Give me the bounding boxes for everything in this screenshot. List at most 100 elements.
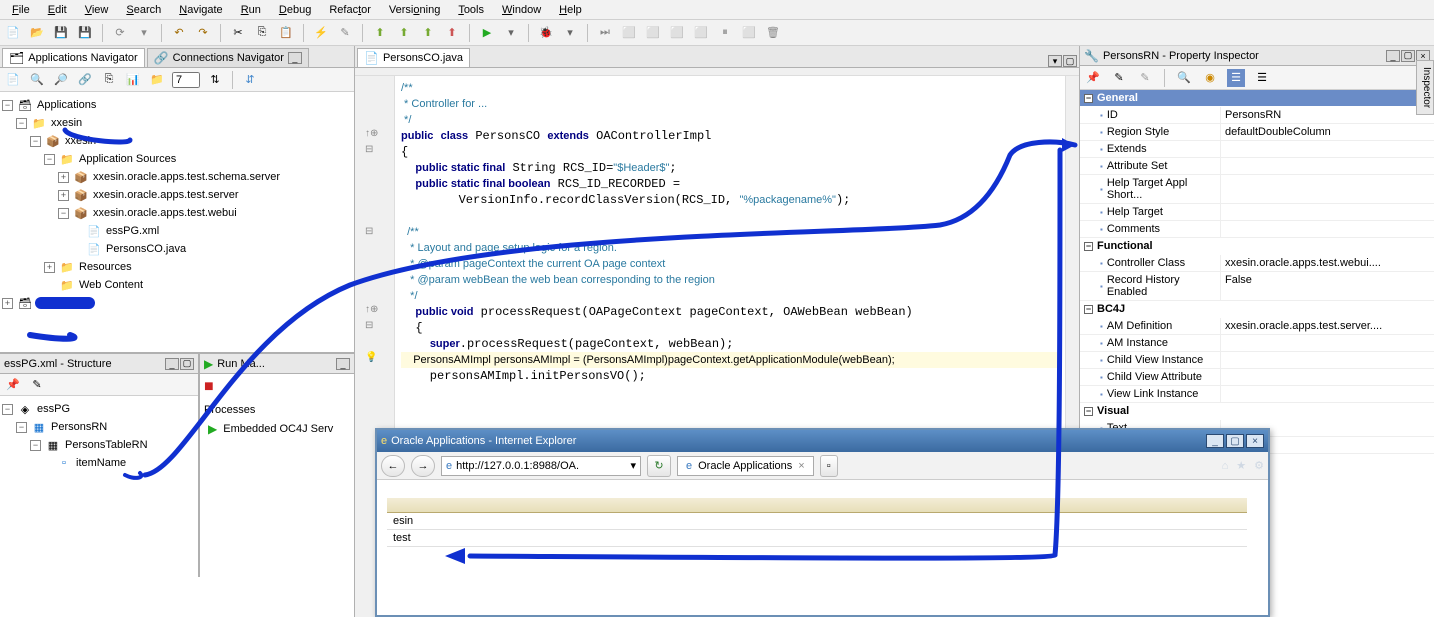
step-over-icon[interactable]: ⏭ (596, 24, 614, 42)
paste-icon[interactable]: 📋 (277, 24, 295, 42)
tab-applications-navigator[interactable]: 🗂 Applications Navigator (2, 48, 145, 67)
nav-filter-icon[interactable]: 🔎 (52, 71, 70, 89)
tree-collapse-icon[interactable]: − (2, 100, 13, 111)
panel-min-icon[interactable]: _ (336, 358, 350, 370)
open-icon[interactable]: 📂 (28, 24, 46, 42)
ie-tab-close-icon[interactable]: × (798, 460, 804, 472)
step-out-icon[interactable]: ⬜ (644, 24, 662, 42)
step-icon[interactable]: ⬜ (668, 24, 686, 42)
tree-collapse-icon[interactable]: − (2, 404, 13, 415)
panel-max-icon[interactable]: ▢ (1401, 50, 1415, 62)
undo-icon[interactable]: ↶ (170, 24, 188, 42)
ie-tab[interactable]: e Oracle Applications × (677, 456, 814, 476)
run-item[interactable]: Embedded OC4J Serv (221, 423, 335, 435)
side-tab-inspector[interactable]: Inspector (1416, 60, 1434, 115)
tree-file1[interactable]: essPG.xml (104, 225, 161, 237)
menu-tools[interactable]: Tools (450, 2, 492, 18)
ie-gear-icon[interactable]: ⚙ (1254, 459, 1264, 472)
ie-fav-icon[interactable]: ★ (1236, 459, 1246, 472)
run-dd-icon[interactable]: ▾ (502, 24, 520, 42)
nav-spin-icon[interactable]: ⇅ (206, 71, 224, 89)
menu-search[interactable]: Search (118, 2, 169, 18)
refresh-icon[interactable]: ⟳ (111, 24, 129, 42)
tree-root[interactable]: Applications (35, 99, 98, 111)
ie-titlebar[interactable]: eOracle Applications - Internet Explorer… (377, 430, 1268, 452)
prop-row[interactable]: ▪IDPersonsRN (1080, 107, 1434, 124)
tree-collapse-icon[interactable]: − (44, 154, 55, 165)
cut-icon[interactable]: ✂ (229, 24, 247, 42)
struct-n3[interactable]: itemName (74, 457, 128, 469)
pause-icon[interactable]: ⏸ (716, 24, 734, 42)
prop-row[interactable]: ▪Child View Attribute (1080, 369, 1434, 386)
ie-address-bar[interactable]: e http://127.0.0.1:8988/OA. ▾ (441, 456, 641, 476)
step-into-icon[interactable]: ⬜ (620, 24, 638, 42)
ie-dd-icon[interactable]: ▾ (630, 459, 636, 472)
prop-row[interactable]: ▪Extends (1080, 141, 1434, 158)
wand2-icon[interactable]: ✎ (336, 24, 354, 42)
tree-collapse-icon[interactable]: − (16, 422, 27, 433)
panel-min-icon[interactable]: _ (165, 358, 179, 370)
resume-icon[interactable]: ⬜ (692, 24, 710, 42)
insp-pin-icon[interactable]: 📌 (1084, 69, 1102, 87)
menu-versioning[interactable]: Versioning (381, 2, 448, 18)
redo-icon[interactable]: ↷ (194, 24, 212, 42)
struct-root[interactable]: essPG (35, 403, 72, 415)
debug-icon[interactable]: 🐞 (537, 24, 555, 42)
menu-run[interactable]: Run (233, 2, 269, 18)
prop-category[interactable]: − BC4J (1080, 301, 1434, 318)
menu-window[interactable]: Window (494, 2, 549, 18)
run-stop-icon[interactable]: ■ (204, 378, 214, 395)
menu-edit[interactable]: Edit (40, 2, 75, 18)
editor-max-icon[interactable]: ▢ (1063, 55, 1077, 67)
deploy2-icon[interactable]: ⬆ (395, 24, 413, 42)
prop-row[interactable]: ▪Controller Classxxesin.oracle.apps.test… (1080, 255, 1434, 272)
tree-pkg3[interactable]: xxesin.oracle.apps.test.webui (91, 207, 239, 219)
insp-union-icon[interactable]: ◉ (1201, 69, 1219, 87)
struct-edit-icon[interactable]: ✎ (28, 376, 46, 394)
prop-category[interactable]: − Visual (1080, 403, 1434, 420)
ie-min-icon[interactable]: _ (1206, 434, 1224, 448)
prop-row[interactable]: ▪AM Instance (1080, 335, 1434, 352)
gc-icon[interactable]: 🗑 (764, 24, 782, 42)
insp-cat-icon[interactable]: ☰ (1227, 69, 1245, 87)
ie-max-icon[interactable]: ▢ (1226, 434, 1244, 448)
prop-category[interactable]: − Functional (1080, 238, 1434, 255)
tree-expand-icon[interactable]: + (44, 262, 55, 273)
menu-help[interactable]: Help (551, 2, 590, 18)
applications-tree[interactable]: −🗃Applications −📁xxesin −📦xxesin −📁Appli… (0, 92, 354, 352)
prop-row[interactable]: ▪Help Target (1080, 204, 1434, 221)
terminate-icon[interactable]: ⬜ (740, 24, 758, 42)
ie-close-icon[interactable]: × (1246, 434, 1264, 448)
nav-link-icon[interactable]: 🔗 (76, 71, 94, 89)
tree-appsrc[interactable]: Application Sources (77, 153, 178, 165)
prop-row[interactable]: ▪Help Target Appl Short... (1080, 175, 1434, 204)
deploy4-icon[interactable]: ⬆ (443, 24, 461, 42)
nav-refresh-icon[interactable]: 🔍 (28, 71, 46, 89)
insp-edit2-icon[interactable]: ✎ (1136, 69, 1154, 87)
wand-icon[interactable]: ⚡ (312, 24, 330, 42)
prop-row[interactable]: ▪AM Definitionxxesin.oracle.apps.test.se… (1080, 318, 1434, 335)
debug-dd-icon[interactable]: ▾ (561, 24, 579, 42)
prop-row[interactable]: ▪Attribute Set (1080, 158, 1434, 175)
editor-tab-personsco[interactable]: 📄 PersonsCO.java (357, 48, 470, 67)
prop-row[interactable]: ▪Comments (1080, 221, 1434, 238)
tree-web[interactable]: Web Content (77, 279, 145, 291)
prop-category[interactable]: − General (1080, 90, 1434, 107)
tree-expand-icon[interactable]: + (2, 298, 13, 309)
ie-back-icon[interactable]: ← (381, 455, 405, 477)
save-all-icon[interactable]: 💾 (76, 24, 94, 42)
tree-pkg2[interactable]: xxesin.oracle.apps.test.server (91, 189, 241, 201)
struct-pin-icon[interactable]: 📌 (4, 376, 22, 394)
tree-expand-icon[interactable]: + (58, 172, 69, 183)
tree-collapse-icon[interactable]: − (58, 208, 69, 219)
prop-row[interactable]: ▪Child View Instance (1080, 352, 1434, 369)
copy-icon[interactable]: ⎘ (253, 24, 271, 42)
deploy-icon[interactable]: ⬆ (371, 24, 389, 42)
tree-file2[interactable]: PersonsCO.java (104, 243, 188, 255)
menu-view[interactable]: View (77, 2, 117, 18)
ie-refresh-icon[interactable]: ↻ (647, 455, 671, 477)
panel-min-icon[interactable]: _ (1386, 50, 1400, 62)
tree-projchild[interactable]: xxesin (63, 135, 98, 147)
ie-newtab-icon[interactable]: ▫ (820, 455, 838, 477)
menu-refactor[interactable]: Refactor (321, 2, 379, 18)
